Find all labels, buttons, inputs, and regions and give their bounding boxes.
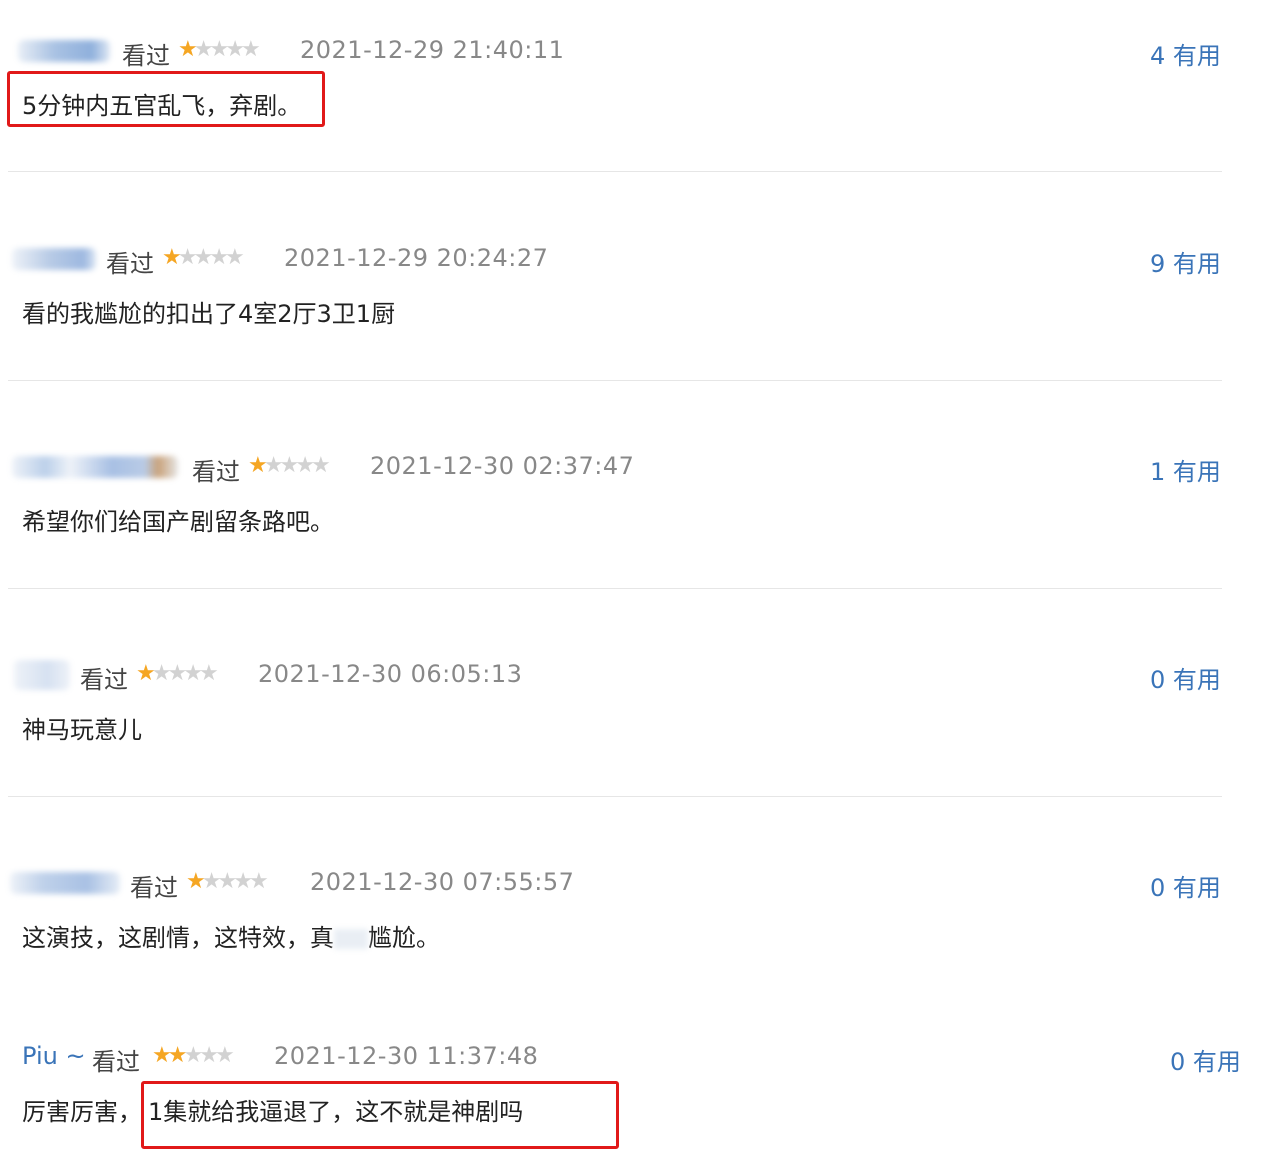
divider: [8, 171, 1222, 172]
useful-vote-link[interactable]: 0 有用: [1150, 660, 1221, 695]
username-blurred[interactable]: [14, 660, 70, 690]
star-icon: ★: [177, 245, 198, 270]
star-icon: ★: [224, 245, 245, 270]
red-highlight-box: [141, 1081, 619, 1149]
star-icon: ★: [167, 1043, 188, 1068]
comment-meta: 看过 ★★★★★ 2021-12-29 20:24:27 9 有用: [0, 240, 1268, 280]
star-icon: ★: [209, 37, 229, 62]
useful-vote-link[interactable]: 0 有用: [1170, 1042, 1241, 1077]
comment-text-part: 尴尬。: [368, 924, 440, 952]
rating-stars: ★★★★★: [162, 245, 245, 270]
red-highlight-box: [7, 71, 325, 127]
star-icon: ★: [310, 453, 331, 478]
star-icon: ★: [136, 661, 156, 686]
comment-date: 2021-12-29 20:24:27: [284, 244, 549, 272]
comment-meta: 看过 ★★★★★ 2021-12-30 06:05:13 0 有用: [0, 656, 1268, 696]
star-icon: ★: [178, 37, 198, 62]
star-icon: ★: [198, 661, 219, 686]
username-blurred[interactable]: [10, 872, 120, 894]
rating-stars: ★★★★★: [186, 869, 269, 894]
star-icon: ★: [217, 869, 237, 894]
comment-meta: 看过 ★★★★★ 2021-12-29 21:40:11 4 有用: [0, 32, 1268, 72]
redaction-smudge: [334, 929, 368, 949]
star-icon: ★: [201, 869, 222, 894]
rating-stars: ★★★★★: [248, 453, 331, 478]
comment-text-part: 这演技，这剧情，这特效，真: [22, 924, 334, 952]
comment-text: 神马玩意儿: [22, 716, 142, 744]
rating-stars: ★★★★★: [152, 1043, 235, 1068]
divider: [8, 796, 1222, 797]
watched-label: 看过: [130, 874, 178, 902]
star-icon: ★: [225, 37, 245, 62]
comment-meta: 看过 ★★★★★ 2021-12-30 07:55:57 0 有用: [0, 864, 1268, 904]
star-icon: ★: [263, 453, 284, 478]
star-icon: ★: [152, 1043, 172, 1068]
useful-vote-link[interactable]: 9 有用: [1150, 244, 1221, 279]
username-blurred[interactable]: [12, 456, 178, 478]
comment-date: 2021-12-30 07:55:57: [310, 868, 575, 896]
username-link[interactable]: Piu ~: [22, 1042, 86, 1070]
comment-text: 看的我尴尬的扣出了4室2厅3卫1厨: [22, 300, 396, 328]
watched-label: 看过: [122, 42, 170, 70]
divider: [8, 588, 1222, 589]
comment-text: 这演技，这剧情，这特效，真 尴尬。: [22, 918, 440, 953]
star-icon: ★: [209, 245, 229, 270]
comment-text-part: 厉害厉害，: [22, 1098, 142, 1126]
useful-vote-link[interactable]: 4 有用: [1150, 36, 1221, 71]
star-icon: ★: [151, 661, 172, 686]
star-icon: ★: [183, 661, 203, 686]
star-icon: ★: [167, 661, 187, 686]
username-blurred[interactable]: [18, 40, 110, 62]
star-icon: ★: [295, 453, 315, 478]
rating-stars: ★★★★★: [136, 661, 219, 686]
useful-vote-link[interactable]: 1 有用: [1150, 452, 1221, 487]
comment-meta: 看过 ★★★★★ 2021-12-30 02:37:47 1 有用: [0, 448, 1268, 488]
comment-date: 2021-12-30 02:37:47: [370, 452, 635, 480]
star-icon: ★: [193, 37, 214, 62]
comment-meta: Piu ~ 看过 ★★★★★ 2021-12-30 11:37:48 0 有用: [0, 1038, 1268, 1078]
star-icon: ★: [240, 37, 261, 62]
star-icon: ★: [248, 453, 268, 478]
watched-label: 看过: [92, 1048, 140, 1076]
comment-date: 2021-12-30 11:37:48: [274, 1042, 539, 1070]
star-icon: ★: [214, 1043, 235, 1068]
comment-text: 希望你们给国产剧留条路吧。: [22, 508, 334, 536]
watched-label: 看过: [192, 458, 240, 486]
star-icon: ★: [199, 1043, 219, 1068]
star-icon: ★: [183, 1043, 203, 1068]
useful-vote-link[interactable]: 0 有用: [1150, 868, 1221, 903]
watched-label: 看过: [106, 250, 154, 278]
star-icon: ★: [186, 869, 206, 894]
star-icon: ★: [193, 245, 213, 270]
rating-stars: ★★★★★: [178, 37, 261, 62]
comment-date: 2021-12-29 21:40:11: [300, 36, 565, 64]
star-icon: ★: [233, 869, 253, 894]
star-icon: ★: [162, 245, 182, 270]
comment-date: 2021-12-30 06:05:13: [258, 660, 523, 688]
star-icon: ★: [279, 453, 299, 478]
username-blurred[interactable]: [12, 248, 96, 270]
star-icon: ★: [248, 869, 269, 894]
divider: [8, 380, 1222, 381]
watched-label: 看过: [80, 666, 128, 694]
